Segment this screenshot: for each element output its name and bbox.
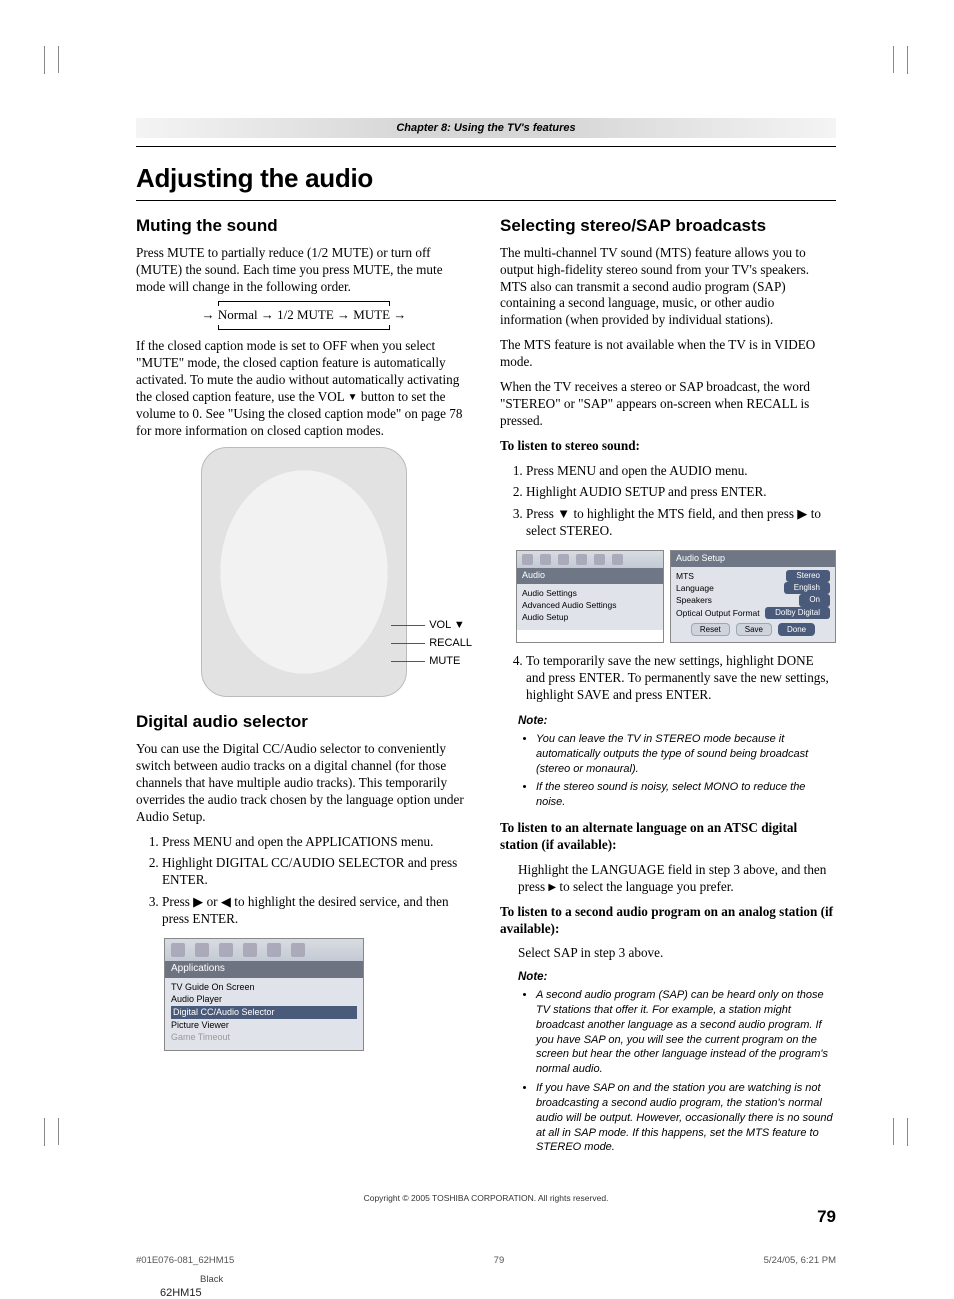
body-text: The multi-channel TV sound (MTS) feature… [500, 245, 836, 329]
page-number: 79 [136, 1207, 836, 1227]
cycle-text: → Normal → 1/2 MUTE → MUTE → [202, 307, 407, 322]
step-item: Highlight AUDIO SETUP and press ENTER. [526, 484, 836, 501]
section-heading: Muting the sound [136, 215, 472, 237]
left-column: Muting the sound Press MUTE to partially… [136, 215, 472, 1165]
remote-control-figure: VOL ▼ RECALL MUTE [201, 447, 407, 697]
osd-button-highlighted: Done [778, 623, 815, 637]
osd-row-value: Dolby Digital [765, 607, 830, 619]
osd-button: Reset [691, 623, 730, 637]
callout-mute: MUTE [391, 652, 472, 670]
osd-title: Audio [517, 568, 663, 584]
steps-list: To temporarily save the new settings, hi… [500, 653, 836, 704]
step-item: Press MENU and open the APPLICATIONS men… [162, 834, 472, 851]
steps-list: Press MENU and open the AUDIO menu. High… [500, 463, 836, 541]
subheading: To listen to stereo sound: [500, 438, 836, 455]
chapter-header: Chapter 8: Using the TV's features [136, 118, 836, 138]
body-text: You can use the Digital CC/Audio selecto… [136, 741, 472, 825]
footer-page: 79 [494, 1255, 505, 1266]
osd-title: Audio Setup [671, 551, 835, 567]
step-item: Press MENU and open the AUDIO menu. [526, 463, 836, 480]
section-heading: Selecting stereo/SAP broadcasts [500, 215, 836, 237]
mute-cycle-diagram: → Normal → 1/2 MUTE → MUTE → [184, 303, 424, 328]
callout-vol-down: VOL ▼ [391, 616, 472, 634]
osd-button: Save [736, 623, 772, 637]
subheading: To listen to an alternate language on an… [500, 820, 836, 854]
steps-list: Press MENU and open the APPLICATIONS men… [136, 834, 472, 928]
divider [136, 146, 836, 147]
body-text: The MTS feature is not available when th… [500, 337, 836, 371]
callout-recall: RECALL [391, 634, 472, 652]
note-item: You can leave the TV in STEREO mode beca… [536, 732, 836, 777]
osd-applications-figure: Applications TV Guide On Screen Audio Pl… [164, 938, 364, 1051]
osd-title: Applications [165, 961, 363, 978]
step-item: Press ▼ to highlight the MTS field, and … [526, 506, 836, 540]
step-item: Press ▶ or ◀ to highlight the desired se… [162, 894, 472, 928]
note-item: A second audio program (SAP) can be hear… [536, 988, 836, 1077]
subheading: To listen to a second audio program on a… [500, 904, 836, 938]
osd-item: Picture Viewer [171, 1019, 357, 1032]
osd-row-label: Language [676, 582, 714, 594]
page-title: Adjusting the audio [136, 163, 836, 194]
step-item: To temporarily save the new settings, hi… [526, 653, 836, 704]
divider [136, 200, 836, 201]
body-text: Select SAP in step 3 above. [518, 945, 836, 962]
footer-model: 62HM15 [160, 1287, 954, 1299]
body-text: Press MUTE to partially reduce (1/2 MUTE… [136, 245, 472, 296]
osd-row-value: English [784, 582, 830, 594]
crop-mark [880, 46, 908, 74]
crop-mark [44, 1118, 72, 1146]
osd-item: Audio Player [171, 993, 357, 1006]
osd-item-highlighted: Digital CC/Audio Selector [171, 1006, 357, 1019]
osd-row-value: Stereo [786, 570, 830, 582]
osd-item: Audio Settings [522, 587, 658, 599]
osd-row-label: Speakers [676, 594, 712, 606]
note-list: You can leave the TV in STEREO mode beca… [500, 732, 836, 810]
footer-file: #01E076-081_62HM15 [136, 1255, 234, 1266]
osd-item: Audio Setup [522, 611, 658, 623]
note-heading: Note: [518, 714, 836, 729]
osd-item: TV Guide On Screen [171, 981, 357, 994]
note-list: A second audio program (SAP) can be hear… [500, 988, 836, 1155]
footer-color: Black [200, 1274, 954, 1285]
osd-row-label: Optical Output Format [676, 607, 760, 619]
body-text: If the closed caption mode is set to OFF… [136, 338, 472, 439]
body-text: When the TV receives a stereo or SAP bro… [500, 379, 836, 430]
osd-audio-setup-figure: Audio Audio Settings Advanced Audio Sett… [516, 550, 836, 643]
right-column: Selecting stereo/SAP broadcasts The mult… [500, 215, 836, 1165]
note-heading: Note: [518, 970, 836, 985]
note-item: If the stereo sound is noisy, select MON… [536, 780, 836, 810]
body-text: Highlight the LANGUAGE field in step 3 a… [518, 862, 836, 896]
copyright-text: Copyright © 2005 TOSHIBA CORPORATION. Al… [136, 1193, 836, 1203]
crop-mark [44, 46, 72, 74]
right-triangle-icon: ▶ [548, 882, 556, 893]
print-footer: #01E076-081_62HM15 79 5/24/05, 6:21 PM [136, 1255, 836, 1266]
step-item: Highlight DIGITAL CC/AUDIO SELECTOR and … [162, 855, 472, 889]
footer-timestamp: 5/24/05, 6:21 PM [764, 1255, 836, 1266]
down-triangle-icon: ▼ [348, 392, 358, 403]
osd-item: Advanced Audio Settings [522, 599, 658, 611]
osd-item-disabled: Game Timeout [171, 1031, 357, 1044]
osd-row-label: MTS [676, 570, 694, 582]
note-item: If you have SAP on and the station you a… [536, 1081, 836, 1155]
page-content: Chapter 8: Using the TV's features Adjus… [136, 0, 836, 1227]
crop-mark [880, 1118, 908, 1146]
osd-row-value: On [799, 594, 830, 606]
section-heading: Digital audio selector [136, 711, 472, 733]
